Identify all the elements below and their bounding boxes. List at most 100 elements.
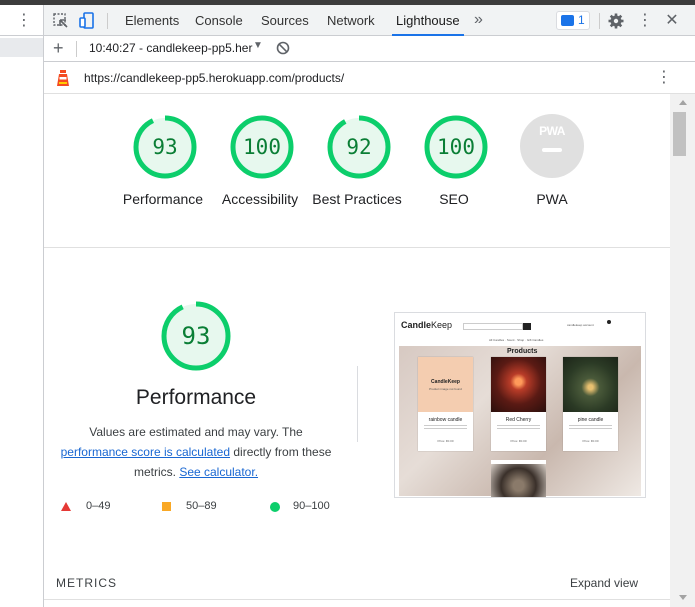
tab-elements[interactable]: Elements bbox=[123, 5, 181, 36]
issues-count: 1 bbox=[578, 13, 585, 27]
divider bbox=[76, 41, 77, 57]
inspect-element-icon[interactable] bbox=[52, 12, 70, 30]
site-account: candlekeep account bbox=[567, 323, 594, 327]
performance-description: Values are estimated and may vary. The p… bbox=[56, 422, 336, 482]
chevron-down-icon[interactable]: ▼ bbox=[253, 40, 263, 51]
product-card: Red Cherry Price: €0.00 bbox=[491, 357, 546, 451]
report-menu-icon[interactable]: ⋮ bbox=[656, 67, 672, 87]
pwa-badge-text: PWA bbox=[539, 124, 565, 138]
product-image bbox=[563, 357, 618, 412]
gauge-pwa[interactable]: PWA bbox=[520, 114, 584, 178]
toolbar-divider bbox=[107, 13, 108, 29]
product-card: CandleKeep Product image not found rainb… bbox=[418, 357, 473, 451]
scroll-down-icon[interactable] bbox=[679, 595, 687, 600]
gauge-label[interactable]: Best Practices bbox=[302, 189, 412, 209]
tab-network[interactable]: Network bbox=[325, 5, 377, 36]
gauge-label[interactable]: SEO bbox=[399, 189, 509, 209]
devtools-menu-icon[interactable]: ⋮ bbox=[636, 5, 654, 36]
cart-icon bbox=[607, 320, 611, 324]
product-card: pine candle Price: €0.00 bbox=[563, 357, 618, 451]
report-url-bar: https://candlekeep-pp5.herokuapp.com/pro… bbox=[44, 62, 695, 94]
gauge-label[interactable]: Accessibility bbox=[205, 189, 315, 209]
product-name: pine candle bbox=[577, 417, 604, 423]
final-screenshot[interactable]: CandleKeep candlekeep account All Candle… bbox=[394, 312, 646, 498]
more-options-icon[interactable]: ⋮ bbox=[16, 13, 32, 29]
gear-icon[interactable] bbox=[607, 12, 625, 30]
site-nav: All Candles · Scent · Shop · Gift Candle… bbox=[489, 338, 544, 342]
scroll-up-icon[interactable] bbox=[679, 100, 687, 105]
product-price: Price: €0.00 bbox=[437, 439, 454, 443]
desc-text: Values are estimated and may vary. The bbox=[89, 425, 303, 439]
lighthouse-report: 93 Performance 100 Accessibility 92 Best… bbox=[44, 94, 670, 607]
gauge-score: 100 bbox=[437, 135, 475, 159]
gauge-score-wrap: 93 bbox=[132, 114, 198, 180]
legend-average: 50–89 bbox=[186, 500, 217, 512]
pass-circle-icon bbox=[270, 502, 280, 512]
lighthouse-report-bar: + 10:40:27 - candlekeep-pp5.her ▼ bbox=[44, 36, 695, 62]
gauge-score: 92 bbox=[346, 135, 372, 159]
logo-bold: Candle bbox=[401, 320, 432, 330]
gauge-score-wrap: 100 bbox=[423, 114, 489, 180]
lighthouse-icon bbox=[57, 70, 69, 86]
placeholder-logo: CandleKeep bbox=[431, 379, 460, 385]
tab-lighthouse[interactable]: Lighthouse bbox=[392, 5, 464, 36]
site-header: CandleKeep candlekeep account All Candle… bbox=[395, 313, 645, 342]
product-desc bbox=[424, 425, 467, 431]
clear-reports-icon[interactable] bbox=[276, 41, 290, 55]
product-desc bbox=[497, 425, 540, 431]
gauge-score: 93 bbox=[152, 135, 178, 159]
performance-title: Performance bbox=[135, 386, 257, 409]
divider bbox=[357, 366, 358, 442]
site-logo: CandleKeep bbox=[401, 320, 452, 330]
metrics-heading: METRICS bbox=[56, 576, 117, 590]
devtools-toolbar: Elements Console Sources Network Lightho… bbox=[44, 5, 695, 36]
divider bbox=[0, 35, 43, 36]
see-calculator-link[interactable]: See calculator. bbox=[179, 465, 258, 479]
tab-console[interactable]: Console bbox=[193, 5, 245, 36]
product-price: Price: €0.00 bbox=[510, 439, 527, 443]
add-report-icon[interactable]: + bbox=[53, 37, 64, 59]
product-card bbox=[491, 460, 546, 497]
selected-row[interactable] bbox=[0, 38, 43, 57]
tab-sources[interactable]: Sources bbox=[259, 5, 311, 36]
gauge-score: 100 bbox=[243, 135, 281, 159]
issues-icon bbox=[561, 15, 574, 26]
product-image bbox=[491, 357, 546, 412]
close-icon[interactable]: ✕ bbox=[663, 5, 681, 36]
gauge-score-wrap: 92 bbox=[326, 114, 392, 180]
report-selector[interactable]: 10:40:27 - candlekeep-pp5.her bbox=[89, 41, 252, 55]
expand-view-toggle[interactable]: Expand view bbox=[570, 576, 638, 590]
divider bbox=[44, 247, 670, 248]
gauge-label[interactable]: PWA bbox=[497, 189, 607, 209]
logo-light: Keep bbox=[431, 320, 453, 330]
product-name: rainbow candle bbox=[428, 417, 463, 423]
product-name: Red Cherry bbox=[505, 417, 532, 423]
product-price: Price: €0.00 bbox=[582, 439, 599, 443]
placeholder-text: Product image not found bbox=[429, 387, 462, 391]
performance-score-wrap: 93 bbox=[160, 300, 232, 372]
site-search bbox=[463, 323, 523, 330]
gauge-score-wrap: 100 bbox=[229, 114, 295, 180]
device-toolbar-icon[interactable] bbox=[78, 12, 96, 30]
site-search-button bbox=[523, 323, 531, 330]
pwa-dash bbox=[542, 148, 562, 152]
performance-score: 93 bbox=[181, 322, 211, 350]
average-square-icon bbox=[162, 502, 171, 511]
product-image: CandleKeep Product image not found bbox=[418, 357, 473, 412]
more-tabs-icon[interactable]: » bbox=[474, 5, 483, 36]
site-heading: Products bbox=[507, 348, 538, 355]
score-calculated-link[interactable]: performance score is calculated bbox=[61, 445, 230, 459]
page-pane: ⋮ bbox=[0, 5, 44, 607]
gauge-label[interactable]: Performance bbox=[108, 189, 218, 209]
fail-triangle-icon bbox=[61, 502, 71, 511]
legend-pass: 90–100 bbox=[293, 500, 330, 512]
vertical-scrollbar[interactable] bbox=[670, 94, 695, 607]
divider bbox=[44, 599, 670, 600]
product-desc bbox=[569, 425, 612, 431]
report-url[interactable]: https://candlekeep-pp5.herokuapp.com/pro… bbox=[84, 71, 344, 85]
scrollbar-thumb[interactable] bbox=[673, 112, 686, 156]
legend-fail: 0–49 bbox=[86, 500, 111, 512]
product-image bbox=[491, 464, 546, 497]
toolbar-divider bbox=[599, 13, 600, 29]
issues-badge[interactable]: 1 bbox=[556, 11, 590, 30]
